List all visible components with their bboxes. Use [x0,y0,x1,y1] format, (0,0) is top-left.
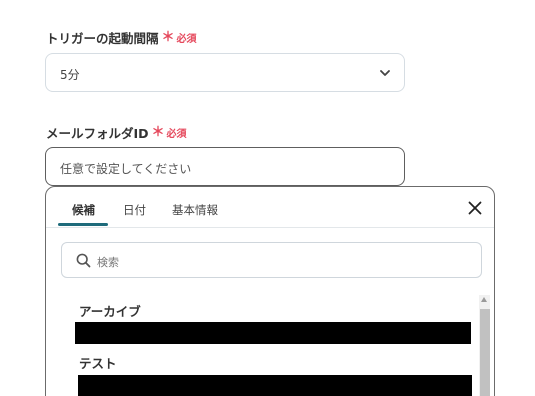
picker-tabs: 候補 日付 基本情報 [46,187,494,228]
trigger-interval-label: トリガーの起動間隔 ＊ 必須 [46,28,197,47]
list-item-archive[interactable]: アーカイブ [79,301,141,320]
tab-candidates[interactable]: 候補 [72,202,95,218]
tab-date[interactable]: 日付 [123,202,146,218]
required-star: ＊ [151,125,165,140]
active-tab-indicator [58,223,108,226]
chevron-down-icon [380,70,390,76]
close-icon[interactable] [468,201,482,215]
list-item-test[interactable]: テスト [79,353,117,372]
required-badge: ＊ 必須 [162,30,197,45]
candidate-picker-popup: 候補 日付 基本情報 検索 アーカイブ テスト [45,186,495,396]
scrollbar[interactable] [479,295,490,396]
mail-folder-placeholder: 任意で設定してください [60,162,192,176]
scroll-up-arrow-icon[interactable] [481,297,487,302]
mail-folder-input[interactable]: 任意で設定してください [45,147,405,186]
trigger-interval-label-text: トリガーの起動間隔 [46,31,159,46]
required-star: ＊ [161,30,175,45]
scrollbar-thumb[interactable] [480,309,490,396]
search-input[interactable]: 検索 [61,242,482,278]
trigger-interval-select[interactable]: 5分 [45,53,405,92]
redacted-block [75,322,471,344]
search-placeholder: 検索 [97,256,119,269]
required-badge: ＊ 必須 [152,125,187,140]
required-text: 必須 [166,129,187,140]
trigger-interval-value: 5分 [60,68,80,82]
tab-basic-info[interactable]: 基本情報 [172,202,218,218]
required-text: 必須 [176,34,197,45]
mail-folder-label: メールフォルダID ＊ 必須 [46,123,187,142]
mail-folder-label-text: メールフォルダID [46,126,149,141]
redacted-block [78,375,472,396]
search-icon [76,253,91,268]
candidate-list: アーカイブ テスト [46,291,494,396]
